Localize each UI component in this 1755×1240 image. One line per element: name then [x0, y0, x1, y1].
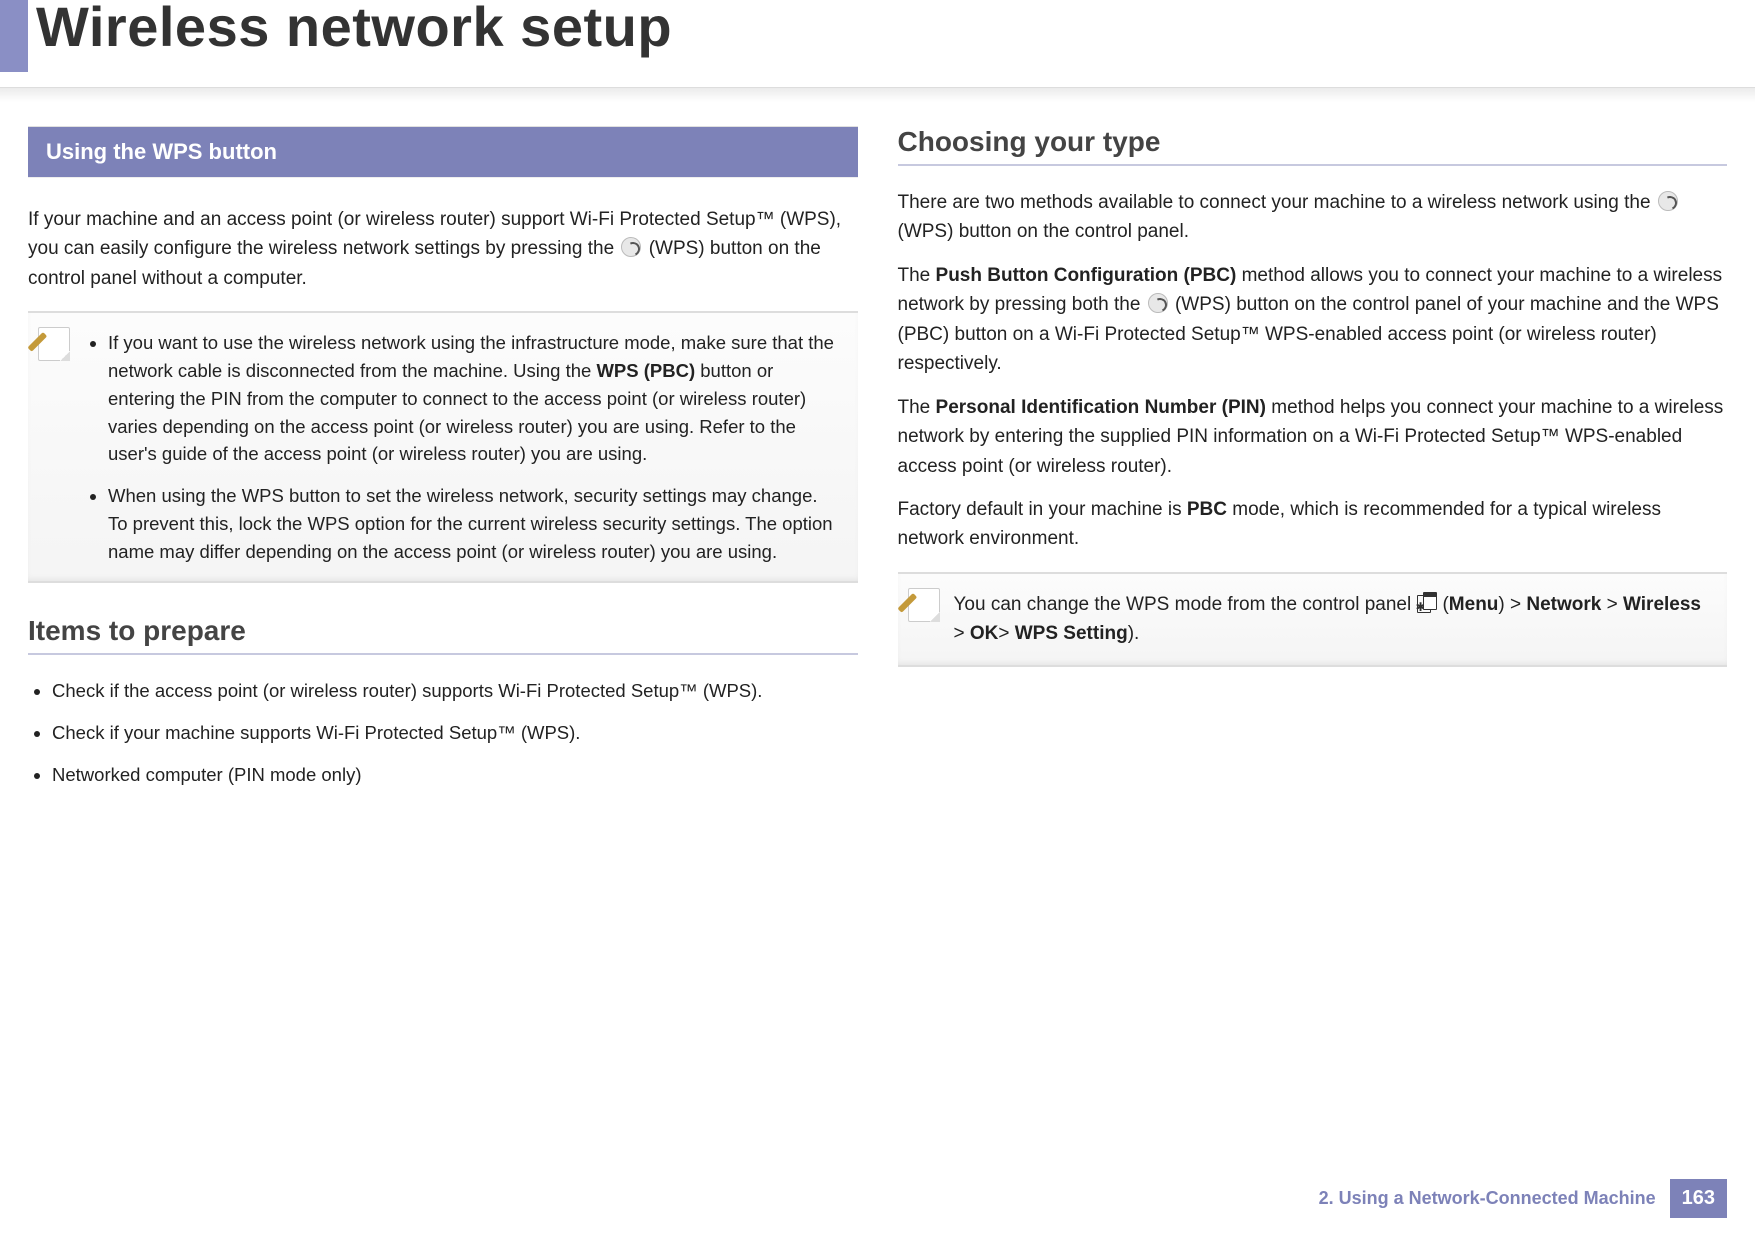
- note-wps: WPS Setting: [1015, 623, 1128, 644]
- note-right-text: You can change the WPS mode from the con…: [954, 590, 1712, 649]
- right-column: Choosing your type There are two methods…: [898, 126, 1728, 789]
- right-p1: There are two methods available to conne…: [898, 188, 1728, 247]
- note1-bold: WPS (PBC): [596, 360, 695, 381]
- prepare-item: Networked computer (PIN mode only): [52, 761, 858, 789]
- gt4: >: [998, 623, 1014, 644]
- prepare-list: Check if the access point (or wireless r…: [28, 677, 858, 788]
- prepare-item: Check if the access point (or wireless r…: [52, 677, 858, 705]
- note-menu: Menu: [1449, 594, 1499, 615]
- header-shadow: [0, 88, 1755, 102]
- content-area: Using the WPS button If your machine and…: [0, 88, 1755, 789]
- section-heading-container: Using the WPS button: [28, 126, 858, 177]
- header-accent: [0, 0, 28, 72]
- p1-b: (WPS) button on the control panel.: [898, 221, 1190, 242]
- note-item-2: When using the WPS button to set the wir…: [108, 482, 842, 565]
- p3-bold: Personal Identification Number (PIN): [936, 397, 1266, 418]
- page-footer: 2. Using a Network-Connected Machine 163: [1319, 1179, 1727, 1218]
- wps-icon: [1658, 191, 1678, 211]
- gt2: >: [1601, 594, 1623, 615]
- wps-icon: [621, 237, 641, 257]
- right-p2: The Push Button Configuration (PBC) meth…: [898, 261, 1728, 379]
- note-network: Network: [1526, 594, 1601, 615]
- note-icon: [908, 588, 940, 622]
- section-heading: Using the WPS button: [28, 127, 858, 177]
- p1-a: There are two methods available to conne…: [898, 192, 1656, 213]
- note-wireless: Wireless: [1623, 594, 1701, 615]
- note-end: ).: [1128, 623, 1140, 644]
- page-header: Wireless network setup: [0, 0, 1755, 88]
- wps-icon: [1148, 293, 1168, 313]
- right-p3: The Personal Identification Number (PIN)…: [898, 393, 1728, 481]
- note-ok: OK: [970, 623, 999, 644]
- note-item-1: If you want to use the wireless network …: [108, 329, 842, 468]
- p4-a: Factory default in your machine is: [898, 499, 1187, 520]
- p2-bold: Push Button Configuration (PBC): [936, 265, 1237, 286]
- left-column: Using the WPS button If your machine and…: [28, 126, 858, 789]
- gt3: >: [954, 623, 970, 644]
- note-icon: [38, 327, 70, 361]
- choosing-type-heading: Choosing your type: [898, 126, 1728, 166]
- intro-paragraph: If your machine and an access point (or …: [28, 205, 858, 293]
- p4-bold: PBC: [1187, 499, 1227, 520]
- page-title: Wireless network setup: [36, 0, 672, 59]
- note-block-right: You can change the WPS mode from the con…: [898, 572, 1728, 667]
- note-list: If you want to use the wireless network …: [84, 329, 842, 565]
- footer-chapter: 2. Using a Network-Connected Machine: [1319, 1188, 1656, 1209]
- note-block-left: If you want to use the wireless network …: [28, 311, 858, 583]
- right-p4: Factory default in your machine is PBC m…: [898, 495, 1728, 554]
- footer-page-number: 163: [1670, 1179, 1727, 1218]
- prepare-item: Check if your machine supports Wi-Fi Pro…: [52, 719, 858, 747]
- items-to-prepare-heading: Items to prepare: [28, 615, 858, 655]
- p3-a: The: [898, 397, 936, 418]
- p2-a: The: [898, 265, 936, 286]
- note-a: You can change the WPS mode from the con…: [954, 594, 1417, 615]
- gt1: >: [1505, 594, 1527, 615]
- menu-icon: ✱: [1417, 593, 1441, 613]
